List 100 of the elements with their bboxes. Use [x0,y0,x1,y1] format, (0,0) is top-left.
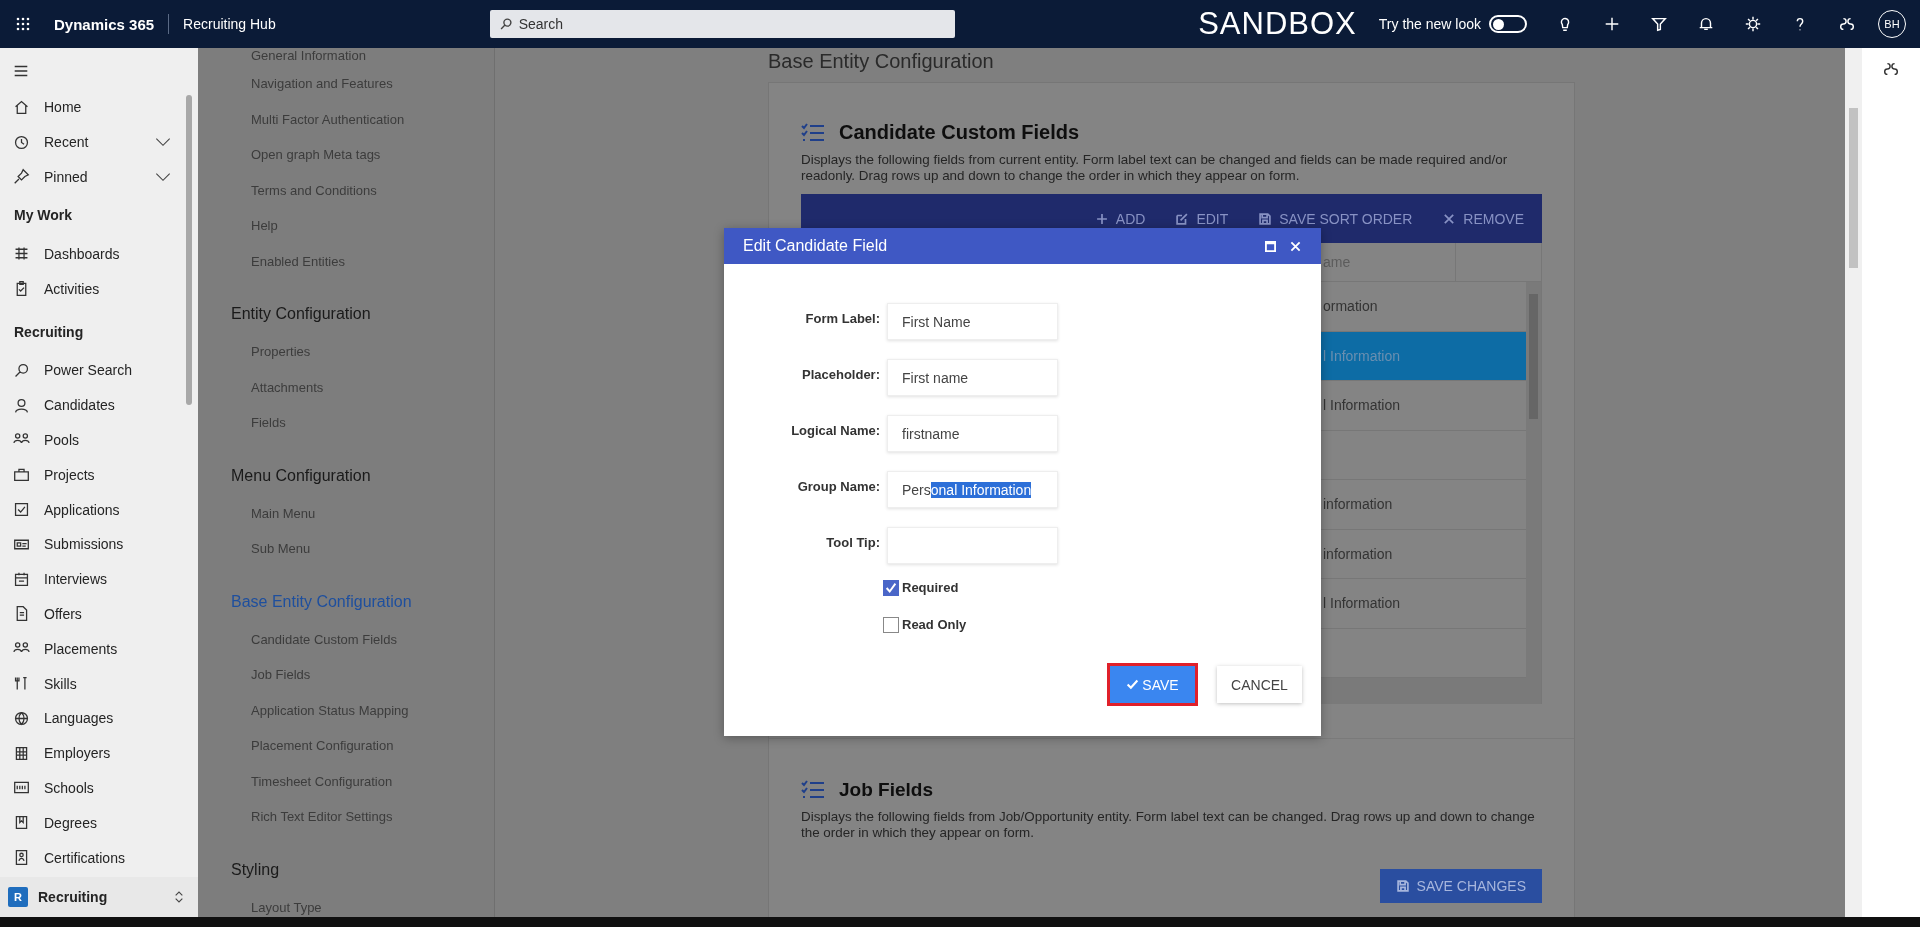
book-icon [13,814,30,832]
toolbar-edit-button[interactable]: EDIT [1175,210,1229,227]
section-title: Candidate Custom Fields [839,121,1080,144]
dialog-title: Edit Candidate Field [743,237,888,255]
sidebar-item[interactable]: Languages [0,700,198,736]
settings-link[interactable]: General Information [198,48,494,66]
search-icon [13,361,30,379]
input-field[interactable]: First name [887,359,1058,396]
sidebar-item[interactable]: Applications [0,492,198,527]
sidebar-item[interactable]: Pools [0,422,198,458]
settings-link[interactable]: Fields [198,405,494,441]
settings-link[interactable]: Sub Menu [198,531,494,567]
search-field[interactable]: Search [489,10,955,38]
sidebar-item[interactable]: Skills [0,666,198,701]
up-down-chevron-icon [174,889,184,905]
toolbar-save-button[interactable]: SAVE SORT ORDER [1258,210,1413,227]
house-icon [13,98,30,116]
sidebar-section-title: Recruiting [13,323,85,342]
sidebar-item[interactable]: Power Search [0,353,198,388]
section-description: Displays the following fields from current entity. Form label text can be changed and fields can be made required and/or readonly. Drag rows up and down to change the order in which they appear on form. [801,152,1509,184]
app-area-title: Recruiting Hub [183,16,276,32]
plus-icon [1094,211,1109,226]
settings-link[interactable]: Help [198,208,494,244]
settings-link[interactable]: Job Fields [198,657,494,693]
settings-link[interactable]: Navigation and Features [198,66,494,102]
table-cell: ormation [1323,298,1378,315]
checkbox[interactable] [883,579,899,596]
settings-link[interactable]: Application Status Mapping [198,692,494,728]
cancel-button[interactable]: CANCEL [1217,666,1302,703]
sidebar-item[interactable]: Certifications [0,840,198,875]
chevron-icon[interactable] [154,137,172,148]
table-cell: information [1323,545,1393,562]
page-title: Base Entity Configuration [768,50,995,74]
area-switcher[interactable]: R Recruiting [0,877,198,917]
sidebar-item[interactable]: Candidates [0,387,198,423]
chevron-icon[interactable] [154,172,172,182]
toolbar-remove-button[interactable]: REMOVE [1442,210,1524,227]
maximize-icon[interactable] [1265,240,1276,252]
area-initial: R [8,887,28,907]
settings-section-title[interactable]: Styling [198,858,494,881]
settings-link[interactable]: Candidate Custom Fields [198,621,494,657]
settings-link[interactable]: Properties [198,334,494,370]
filter-icon[interactable] [1650,15,1668,33]
page-scrollbar[interactable] [1845,48,1862,917]
checklist-icon [801,122,825,143]
settings-section-title[interactable]: Menu Configuration [198,464,494,487]
input-field[interactable]: firstname [887,415,1058,452]
table-scrollbar[interactable] [1526,282,1541,678]
sidebar-item[interactable]: Degrees [0,805,198,841]
settings-link[interactable]: Open graph Meta tags [198,137,494,173]
settings-link[interactable]: Main Menu [198,495,494,531]
settings-link[interactable]: Attachments [198,369,494,405]
input-field[interactable]: First Name [887,303,1058,340]
checkbox[interactable] [883,616,899,633]
bell-icon[interactable] [1697,15,1715,33]
toolbar-add-button[interactable]: ADD [1094,210,1146,227]
sidebar-item[interactable]: Submissions [0,526,198,562]
swirl-icon[interactable] [1882,60,1900,78]
checkbox-label: Required [902,580,959,595]
briefcase-icon [13,466,30,484]
settings-link[interactable]: Timesheet Configuration [198,763,494,799]
checklist-icon [801,780,825,800]
new-look-label: Try the new look [1378,16,1481,32]
badge-icon [13,849,30,867]
settings-link[interactable]: Rich Text Editor Settings [198,799,494,835]
sidebar-item[interactable]: Projects [0,457,198,493]
app-name[interactable]: Dynamics 365 [54,15,155,33]
field-label: Tool Tip: [825,534,880,550]
settings-link[interactable]: Placement Configuration [198,728,494,764]
sidebar-item[interactable]: Pinned [0,159,198,195]
sidebar-item[interactable]: Home [0,90,198,125]
settings-link[interactable]: Terms and Conditions [198,172,494,208]
sidebar-item[interactable]: Interviews [0,561,198,597]
sidebar-item[interactable]: Dashboards [0,236,198,272]
sidebar-item[interactable]: Recent [0,124,198,160]
save-changes-button[interactable]: SAVE CHANGES [1379,869,1542,903]
close-icon[interactable] [1290,240,1301,252]
building-icon [13,744,30,762]
sidebar-scrollbar[interactable] [186,95,192,405]
sidebar-item[interactable]: Placements [0,631,198,667]
app-launcher-icon[interactable] [16,17,30,31]
section-title: Job Fields [839,779,933,801]
sidebar-item[interactable]: Employers [0,735,198,771]
sidebar-item[interactable]: Activities [0,271,198,306]
settings-link[interactable]: Enabled Entities [198,243,494,279]
plus-icon[interactable] [1603,15,1621,33]
sidebar-item[interactable]: Schools [0,770,198,806]
settings-icon[interactable] [1744,15,1762,33]
pin-icon [13,168,30,186]
sidebar-section-title: My Work [13,206,74,226]
checkbox-label: Read Only [902,617,967,632]
x-icon [1442,211,1457,226]
new-look-toggle[interactable] [1489,15,1527,33]
settings-section-title[interactable]: Entity Configuration [198,303,494,325]
swirl-icon[interactable] [1838,15,1856,33]
settings-link[interactable]: Multi Factor Authentication [198,101,494,137]
clock-icon [13,133,30,151]
settings-link[interactable]: Layout Type [198,889,494,917]
save-button[interactable]: SAVE [1110,666,1195,703]
sidebar-item[interactable]: Offers [0,596,198,632]
